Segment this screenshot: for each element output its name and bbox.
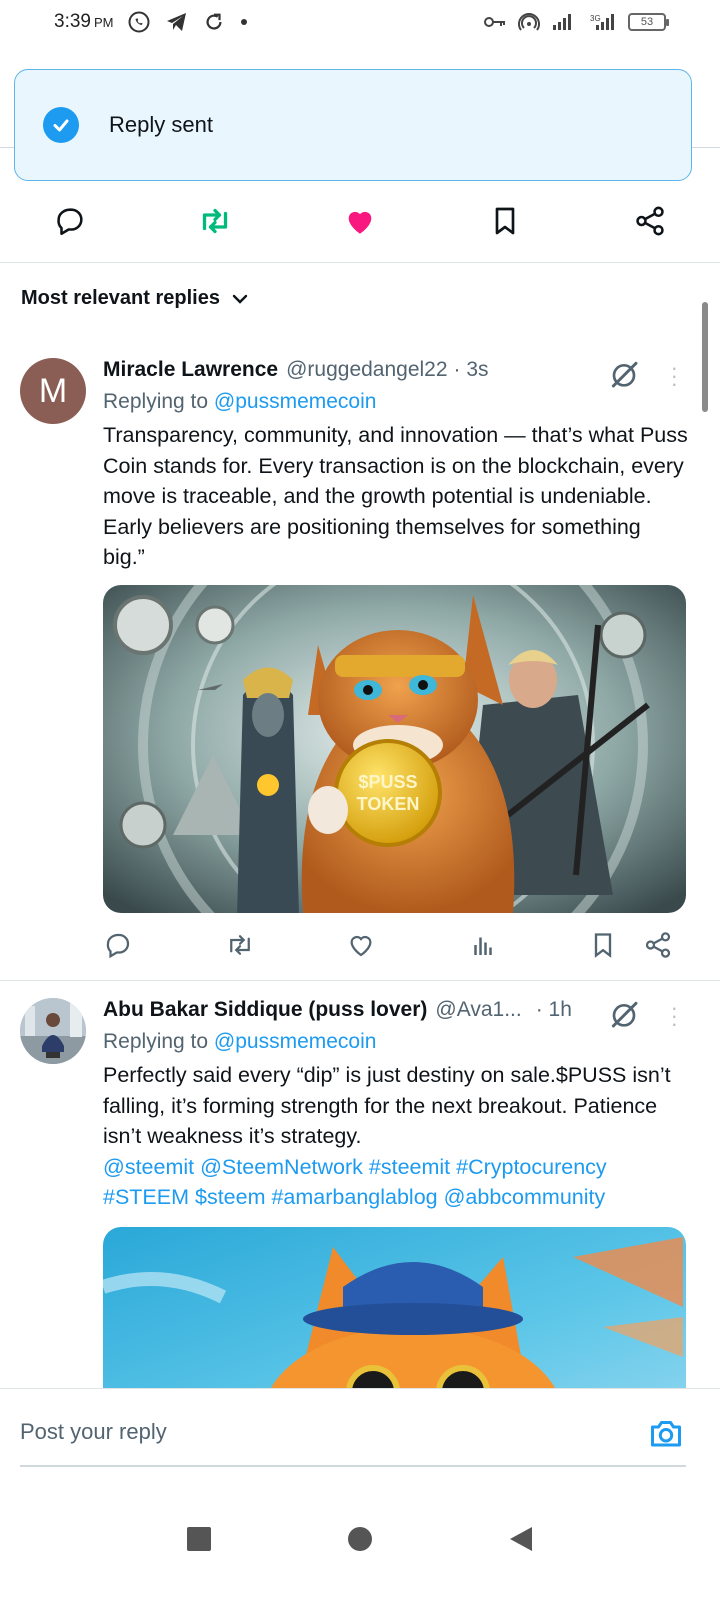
reply-text: Transparency, community, and innovation …: [103, 423, 688, 569]
coin-text: $PUSS: [358, 772, 417, 792]
author-name[interactable]: Abu Bakar Siddique (puss lover): [103, 998, 427, 1022]
avatar[interactable]: [20, 998, 86, 1064]
chevron-down-icon: [232, 294, 248, 304]
reply-icon[interactable]: [103, 930, 133, 960]
refresh-icon: [206, 13, 223, 30]
reply-item[interactable]: · · · Abu Bakar Siddique (puss lover) @Ava…: [0, 998, 720, 1388]
svg-text:3G: 3G: [590, 14, 601, 23]
reply-input[interactable]: Post your reply: [20, 1419, 167, 1445]
status-time: 3:39 PM: [54, 11, 114, 32]
reply-composer[interactable]: Post your reply: [0, 1388, 720, 1478]
reply-sent-toast: Reply sent: [14, 69, 692, 181]
replying-to: Replying to @pussmemecoin: [103, 390, 377, 413]
reply-item[interactable]: M · · · Miracle Lawrence @ruggedangel22 · …: [0, 357, 720, 978]
check-circle-icon: [43, 107, 79, 143]
reply-hashtags[interactable]: @steemit @SteemNetwork #steemit #Cryptoc…: [103, 1152, 688, 1213]
hotspot-icon: [518, 13, 540, 31]
system-nav-bar: [0, 1478, 720, 1600]
whatsapp-icon: [128, 11, 150, 33]
signal-icon: [553, 14, 571, 30]
divider: [0, 262, 720, 263]
home-button[interactable]: [347, 1526, 373, 1552]
battery-indicator: 53: [628, 13, 669, 31]
telegram-icon: [167, 13, 187, 31]
toast-message: Reply sent: [109, 112, 213, 137]
retweet-icon[interactable]: [197, 203, 233, 239]
status-bar: 3:39 PM 3G 53: [0, 0, 720, 44]
author-name[interactable]: Miracle Lawrence: [103, 358, 278, 382]
reply-text: Perfectly said every “dip” is just desti…: [103, 1063, 671, 1148]
reply-icon[interactable]: [52, 203, 88, 239]
key-icon: [484, 17, 505, 27]
share-icon[interactable]: [643, 930, 673, 960]
share-icon[interactable]: [632, 203, 668, 239]
avatar[interactable]: M: [20, 358, 86, 424]
views-icon[interactable]: [468, 930, 498, 960]
svg-text:TOKEN: TOKEN: [357, 794, 420, 814]
reply-image[interactable]: $PUSS TOKEN: [103, 584, 686, 913]
recents-button[interactable]: [186, 1526, 212, 1552]
divider: [0, 980, 720, 981]
camera-icon[interactable]: [648, 1415, 684, 1456]
signal-3g-icon: 3G: [590, 14, 614, 30]
replying-to: Replying to @pussmemecoin: [103, 1030, 377, 1053]
replying-to-link[interactable]: @pussmemecoin: [214, 1030, 377, 1053]
sort-label: Most relevant replies: [21, 287, 220, 309]
like-icon[interactable]: [342, 203, 378, 239]
back-button[interactable]: [508, 1525, 534, 1553]
reply-image[interactable]: [103, 1226, 686, 1388]
input-underline: [20, 1465, 686, 1467]
author-handle[interactable]: @ruggedangel22: [286, 358, 447, 382]
retweet-icon[interactable]: [225, 930, 255, 960]
reply-action-bar: [103, 930, 673, 960]
tweet-action-bar: [0, 190, 720, 252]
dot-icon: [241, 19, 248, 25]
post-time: · 3s: [453, 358, 489, 381]
bookmark-icon[interactable]: [589, 930, 617, 960]
replying-to-link[interactable]: @pussmemecoin: [214, 390, 377, 413]
reply-sort-dropdown[interactable]: Most relevant replies: [21, 287, 250, 310]
bookmark-icon[interactable]: [487, 203, 523, 239]
author-handle[interactable]: @Ava1...: [435, 998, 521, 1022]
post-time: · 1h: [535, 998, 572, 1021]
like-icon[interactable]: [346, 930, 376, 960]
